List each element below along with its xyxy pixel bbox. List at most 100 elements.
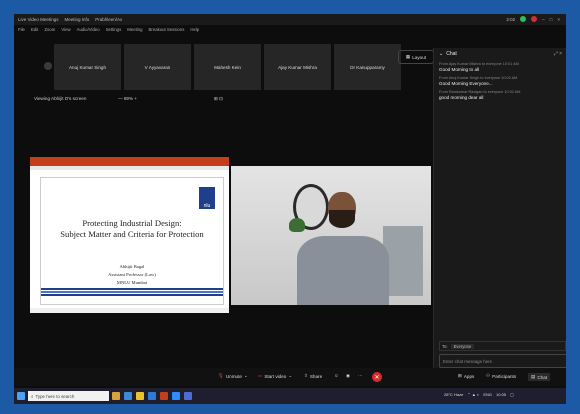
store-icon[interactable] [148,392,156,400]
edge-icon[interactable] [124,392,132,400]
share-label: Share [309,373,323,379]
video-off-icon: ▭ [258,373,263,378]
slide-title-line1: Protecting Industrial Design: [82,218,182,228]
powerpoint-toolbar [30,166,229,170]
reactions-icon[interactable]: ☺ [334,373,339,378]
menu-settings[interactable]: Settings [106,27,122,32]
zoom-control[interactable]: — 89% + [118,96,137,101]
participants-icon: ⚇ [486,373,491,378]
file-explorer-icon[interactable] [112,392,120,400]
app-icon[interactable] [184,392,192,400]
view-options-icon[interactable]: ⊞ ⊡ [214,96,223,102]
chat-close-icon[interactable]: ⤢ × [554,51,562,57]
menu-bar: File Edit Zoom View Audio/Video Settings… [14,25,566,34]
menu-help[interactable]: Help [190,27,199,32]
menu-breakout[interactable]: Breakout Sessions [149,27,185,32]
unmute-label: Unmute [225,373,242,379]
chat-message: From Ajay Kumar Mishra to everyone 10:01… [434,60,566,74]
chat-to-value: Everyone [450,343,475,349]
start-video-label: Start video [264,373,287,379]
window-blind-image [383,226,423,296]
chat-button[interactable]: ▤ Chat [528,373,551,381]
chat-sender: From Anuj Kumar Singh to everyone 10:02 … [439,76,518,80]
speaker-beard [329,210,355,228]
chat-sender: From Ramkumar Ravigan to everyone 10:02 … [439,90,521,94]
speaker-video [231,166,431,305]
meeting-screen: Live Video Meetings Meeting Info Prabhle… [14,14,566,404]
participants-button[interactable]: ⚇ Participants [486,373,516,379]
powerpoint-ribbon [30,157,229,166]
prev-participants-icon[interactable] [44,62,52,70]
shared-screen: nlu Protecting Industrial Design: Subjec… [30,157,229,313]
share-button[interactable]: ⇧ Share [304,373,322,379]
clock[interactable]: 10:05 [496,392,506,397]
chat-recipient-select[interactable]: To: Everyone [439,341,566,351]
chat-sender: From Ajay Kumar Mishra to everyone 10:01… [439,62,519,66]
share-icon: ⇧ [304,373,308,378]
folder-icon[interactable] [136,392,144,400]
slide-role: Assistant Professor (Law) [108,272,156,277]
meeting-info-tab[interactable]: Meeting Info [64,17,89,22]
menu-edit[interactable]: Edit [31,27,38,32]
more-icon[interactable]: ⋯ [358,373,363,379]
search-placeholder: Type here to search [35,393,75,399]
leave-meeting-button[interactable]: ✕ [372,372,382,382]
presentation-slide: nlu Protecting Industrial Design: Subjec… [40,177,224,305]
chat-title: Chat [446,51,457,57]
participant-strip: Anuj Kumar Singh V Ayyavaran Mahesh Kein… [54,44,401,90]
zoom-app-icon[interactable] [172,392,180,400]
chat-text: Good Morning to all [439,67,480,72]
maximize-icon[interactable]: □ [550,17,553,22]
chat-to-label: To: [442,343,448,349]
layout-icon: ▦ [405,54,411,59]
language-indicator[interactable]: ENG [483,392,492,397]
apps-label: Apps [463,373,475,379]
chat-message: From Anuj Kumar Singh to everyone 10:02 … [434,74,566,88]
powerpoint-status-bar [30,308,229,313]
tray-icons[interactable]: ⌃ ▲ ◗ [467,392,479,397]
participants-label: Participants [492,373,517,379]
participant-tile[interactable]: V Ayyavaran [124,44,191,90]
chat-label: Chat [537,374,548,380]
menu-file[interactable]: File [18,27,25,32]
taskbar-search[interactable]: ⌕ Type here to search [28,391,109,401]
start-video-button[interactable]: ▭ Start video ⌄ [258,373,292,379]
apps-button[interactable]: ⊞ Apps [458,373,474,379]
system-tray: 28°C Haze ⌃ ▲ ◗ ENG 10:05 ▢ [444,392,514,397]
participant-tile[interactable]: Ajay Kumar Mishra [264,44,331,90]
notification-icon[interactable]: ▢ [510,392,514,397]
chat-input-placeholder: Enter chat message here [443,358,493,364]
chat-text: Good Morning Everyone... [439,81,493,86]
chat-input[interactable]: Enter chat message here [439,354,566,368]
chat-chevron-icon[interactable]: ⌄ [439,51,443,57]
start-icon[interactable] [17,392,25,400]
participant-tile[interactable]: Dr Kanupparamy [334,44,401,90]
menu-zoom[interactable]: Zoom [44,27,55,32]
weather-widget[interactable]: 28°C Haze [444,392,463,397]
menu-view[interactable]: View [61,27,70,32]
layout-button[interactable]: ▦ Layout [398,50,434,64]
layout-label: Layout [412,54,427,60]
menu-meeting[interactable]: Meeting [127,27,142,32]
search-icon: ⌕ [31,393,34,399]
participant-tile[interactable]: Mahesh Kein [194,44,261,90]
slide-title: Protecting Industrial Design: Subject Ma… [41,218,223,240]
chat-header: ⌄ Chat ⤢ × [434,48,566,60]
speaker-body [297,236,389,305]
plant-image [289,218,305,232]
slide-title-line2: Subject Matter and Criteria for Protecti… [60,229,204,239]
viewing-label: Viewing Abhijit D's screen [34,96,87,101]
chat-icon: ▤ [531,374,536,379]
chat-panel: ⌄ Chat ⤢ × From Ajay Kumar Mishra to eve… [433,48,566,368]
participant-tile[interactable]: Anuj Kumar Singh [54,44,121,90]
chat-text: good morning dear all [439,95,484,100]
status-dot-icon [520,16,527,22]
menu-audio-video[interactable]: Audio/Video [77,27,100,32]
minimize-icon[interactable]: – [542,17,545,22]
unmute-button[interactable]: 🎙 Unmute ⌄ [218,373,248,379]
close-icon[interactable]: × [557,17,560,22]
powerpoint-icon[interactable] [160,392,168,400]
record-button-icon[interactable]: ◉ [346,373,350,379]
apps-icon: ⊞ [458,373,462,378]
window-title: Live Video Meetings [18,17,59,22]
